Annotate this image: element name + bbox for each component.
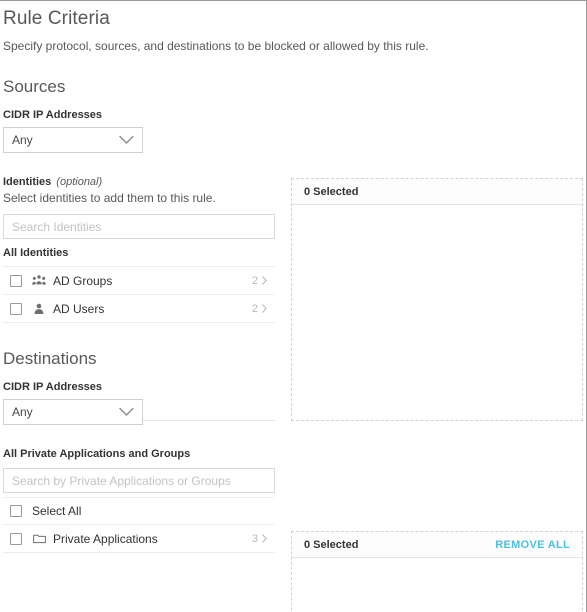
list-item-count: 3 [251,532,258,545]
list-item-label: Private Applications [53,531,158,546]
page-title: Rule Criteria [3,8,110,29]
destinations-remove-all-button[interactable]: REMOVE ALL [495,539,570,551]
destinations-row-checkbox[interactable] [10,532,22,545]
chevron-down-icon [119,135,134,145]
identities-list-header: All Identities [3,247,69,259]
list-item[interactable]: AD Groups 2 [3,267,275,295]
sources-cidr-label: CIDR IP Addresses [3,108,586,122]
group-icon [32,274,46,288]
list-item-count: 2 [251,302,258,315]
chevron-right-icon[interactable] [262,534,267,543]
destinations-selected-count: 0 Selected [304,538,359,551]
list-item-label: AD Users [53,301,105,316]
sources-heading: Sources [3,77,66,96]
list-item-count: 2 [251,274,258,287]
identities-optional-tag: (optional) [56,176,103,188]
list-item-label: AD Groups [53,273,113,288]
destinations-cidr-select[interactable]: Any [3,399,143,425]
select-all-row[interactable]: Select All [3,497,275,525]
destinations-list: Select All Private Applications 3 [3,497,275,553]
user-icon [32,302,46,316]
destinations-cidr-value: Any [12,405,33,419]
destinations-search-input[interactable] [3,468,275,493]
identities-row-checkbox[interactable] [10,274,22,287]
select-all-label: Select All [32,504,82,518]
identities-search-input[interactable] [3,214,275,239]
identities-selected-panel: 0 Selected [291,178,583,421]
sources-cidr-value: Any [12,133,33,147]
identities-row-checkbox[interactable] [10,302,22,315]
list-item[interactable]: AD Users 2 [3,295,275,323]
list-item[interactable]: Private Applications 3 [3,525,275,553]
page-subtitle: Specify protocol, sources, and destinati… [3,39,429,53]
folder-icon [32,532,46,546]
select-all-checkbox[interactable] [10,505,22,517]
chevron-right-icon[interactable] [262,276,267,285]
identities-label-text: Identities [3,176,52,188]
destinations-selected-panel: 0 Selected REMOVE ALL [291,531,583,612]
sources-cidr-select[interactable]: Any [3,127,143,153]
destinations-cidr-label-text: CIDR IP Addresses [3,381,103,393]
sources-cidr-label-text: CIDR IP Addresses [3,109,103,121]
chevron-right-icon[interactable] [262,304,267,313]
identities-list: All Identities AD Groups 2 AD Users 2 [3,239,275,323]
destinations-list-header: All Private Applications and Groups [3,448,191,460]
rule-criteria-page: Rule Criteria Specify protocol, sources,… [0,0,587,612]
chevron-down-icon [119,407,134,417]
identities-selected-count: 0 Selected [304,185,359,198]
